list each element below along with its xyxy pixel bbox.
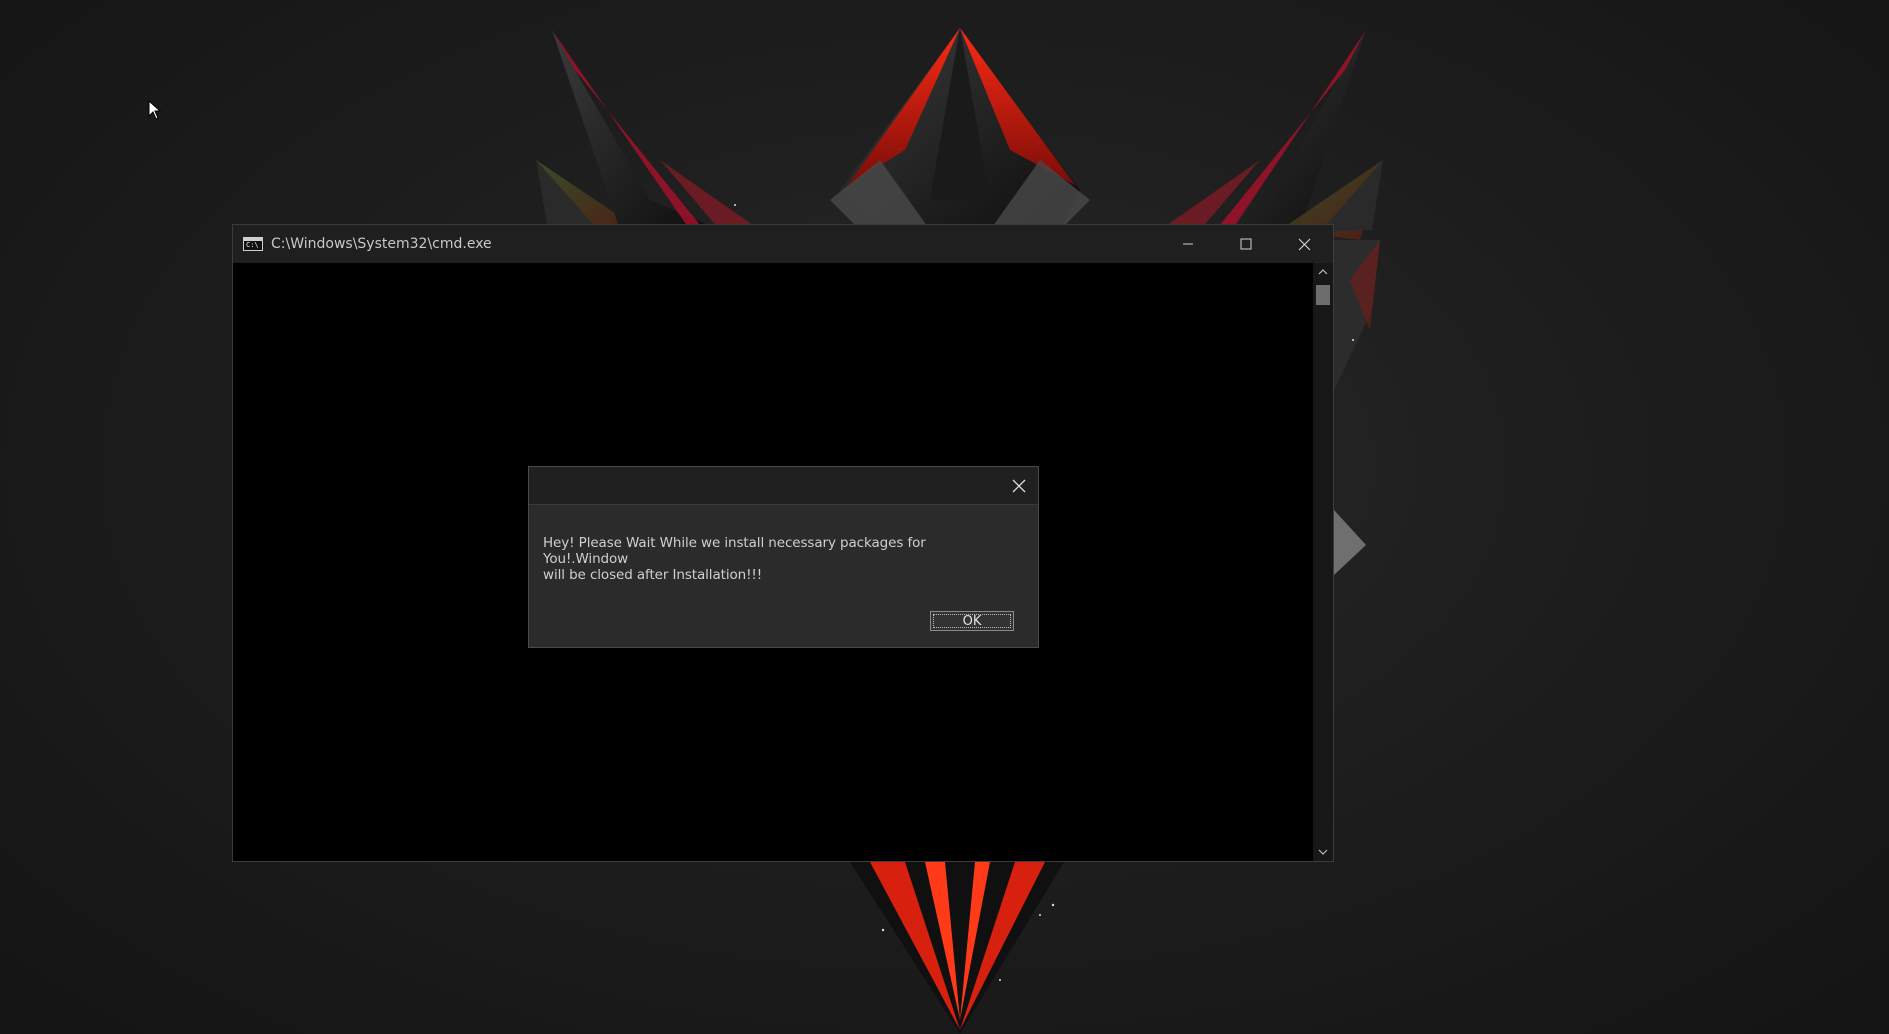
minimize-icon [1183,243,1193,245]
cmd-window-title: C:\Windows\System32\cmd.exe [271,236,492,252]
chevron-down-icon [1318,849,1328,855]
dialog-titlebar[interactable] [529,467,1038,505]
ok-button[interactable]: OK [930,611,1014,631]
cmd-icon-text: C:\ [246,241,259,249]
window-controls [1159,225,1333,263]
desktop: C:\ C:\Windows\System32\cmd.exe Hey! Ple… [0,0,1889,1034]
cmd-titlebar[interactable]: C:\ C:\Windows\System32\cmd.exe [233,225,1333,263]
message-dialog: Hey! Please Wait While we install necess… [528,466,1039,648]
close-icon [1012,479,1026,493]
scroll-down-button[interactable] [1313,843,1333,861]
dialog-message: Hey! Please Wait While we install necess… [543,535,1013,583]
close-button[interactable] [1275,225,1333,263]
dialog-close-button[interactable] [1008,475,1030,497]
chevron-up-icon [1318,269,1328,275]
scroll-up-button[interactable] [1313,263,1333,281]
scrollbar-thumb[interactable] [1316,285,1330,305]
maximize-icon [1240,238,1252,250]
maximize-button[interactable] [1217,225,1275,263]
dialog-message-line-2: will be closed after Installation!!! [543,567,763,583]
minimize-button[interactable] [1159,225,1217,263]
vertical-scrollbar[interactable] [1313,263,1333,861]
close-icon [1298,238,1310,250]
cmd-app-icon[interactable]: C:\ [243,237,263,251]
dialog-message-line-1: Hey! Please Wait While we install necess… [543,535,926,567]
mouse-cursor-icon [148,100,162,120]
